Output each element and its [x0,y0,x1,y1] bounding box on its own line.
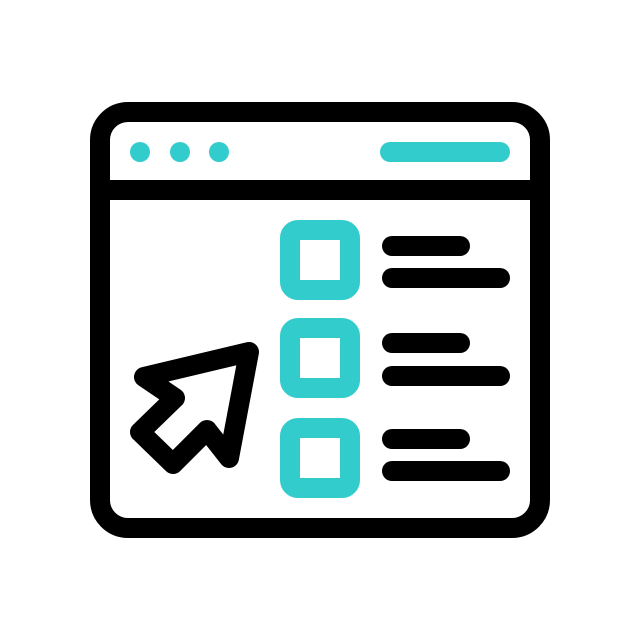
window-dots [130,142,229,162]
checkbox-icon [280,418,360,498]
checkbox-icon [280,318,360,398]
checklist-row [280,318,510,398]
window-dot-icon [170,142,190,162]
cursor-arrow-icon [130,342,259,474]
checklist-row [280,220,510,300]
checkbox-icon [280,220,360,300]
window-dot-icon [209,142,229,162]
checklist-row [280,418,510,498]
browser-checklist-cursor-icon [90,102,550,538]
window-dot-icon [130,142,150,162]
